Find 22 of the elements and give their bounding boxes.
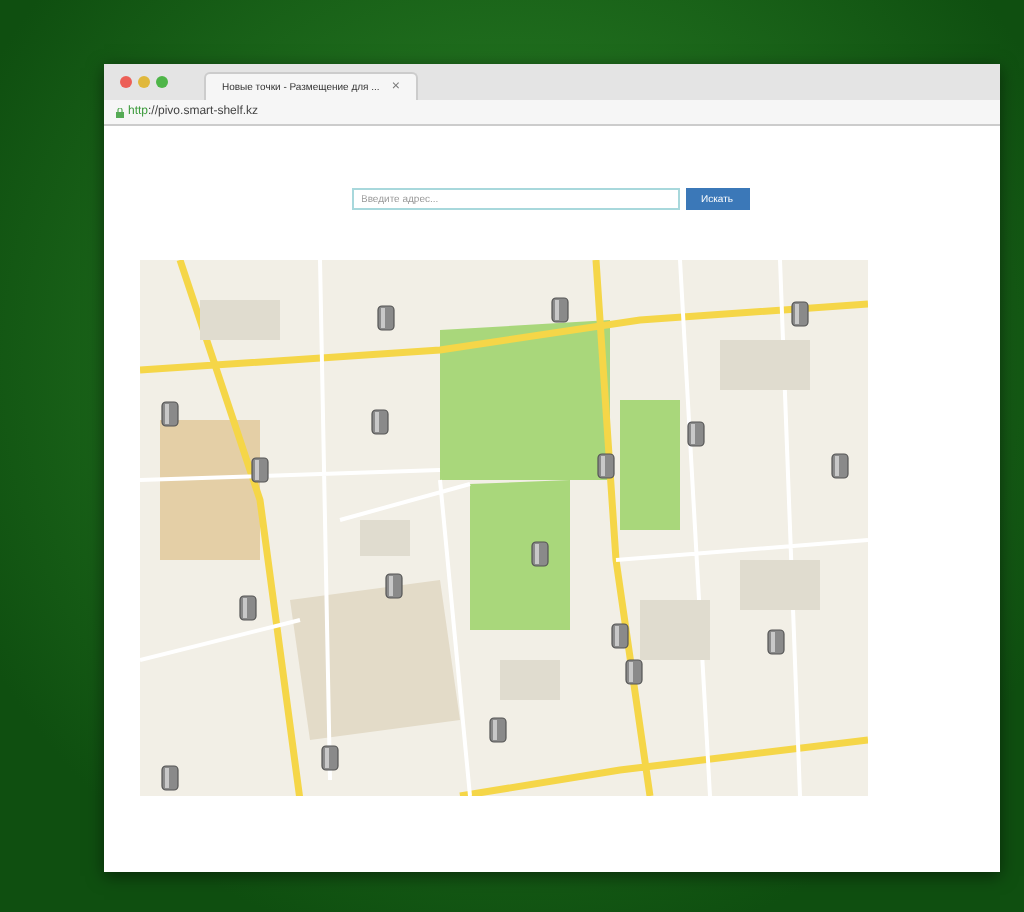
keg-marker-icon[interactable]: [550, 296, 570, 324]
keg-marker-icon[interactable]: [370, 408, 390, 436]
keg-marker-icon[interactable]: [488, 716, 508, 744]
maximize-dot-icon[interactable]: [156, 76, 168, 88]
keg-marker-icon[interactable]: [790, 300, 810, 328]
keg-marker-icon[interactable]: [376, 304, 396, 332]
keg-marker-icon[interactable]: [160, 764, 180, 792]
keg-marker-icon[interactable]: [160, 400, 180, 428]
close-dot-icon[interactable]: [120, 76, 132, 88]
keg-marker-icon[interactable]: [610, 622, 630, 650]
keg-marker-icon[interactable]: [530, 540, 550, 568]
keg-marker-icon[interactable]: [766, 628, 786, 656]
keg-marker-icon[interactable]: [830, 452, 850, 480]
keg-marker-icon[interactable]: [596, 452, 616, 480]
keg-marker-icon[interactable]: [624, 658, 644, 686]
lock-icon: [116, 107, 124, 117]
keg-marker-icon[interactable]: [686, 420, 706, 448]
keg-marker-icon[interactable]: [250, 456, 270, 484]
minimize-dot-icon[interactable]: [138, 76, 150, 88]
keg-marker-icon[interactable]: [320, 744, 340, 772]
keg-marker-icon[interactable]: [384, 572, 404, 600]
keg-marker-icon[interactable]: [238, 594, 258, 622]
